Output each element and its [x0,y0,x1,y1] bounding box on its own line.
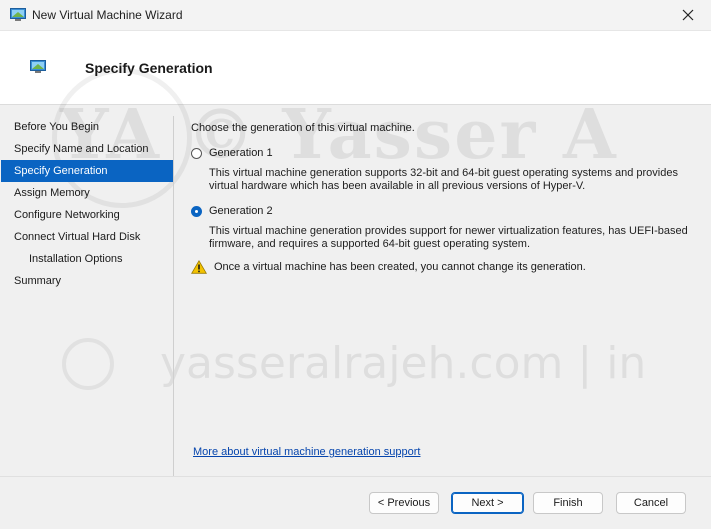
footer-divider [0,476,711,477]
nav-item-summary[interactable]: Summary [0,270,173,292]
warning-text: Once a virtual machine has been created,… [214,261,586,273]
finish-button[interactable]: Finish [533,492,603,514]
generation-warning: Once a virtual machine has been created,… [191,260,586,274]
nav-item-configure-networking[interactable]: Configure Networking [0,204,173,226]
virtual-machine-icon [10,8,26,21]
generation-1-description-line: virtual hardware which has been availabl… [209,180,586,192]
nav-item-assign-memory[interactable]: Assign Memory [0,182,173,204]
watermark-globe-icon [62,338,114,390]
generation-2-option[interactable]: Generation 2 [191,203,273,219]
page-title: Specify Generation [85,60,213,76]
more-about-generation-link[interactable]: More about virtual machine generation su… [193,446,420,458]
cancel-button[interactable]: Cancel [616,492,686,514]
nav-item-specify-generation[interactable]: Specify Generation [1,160,173,182]
generation-2-label[interactable]: Generation 2 [209,205,273,217]
next-button[interactable]: Next > [451,492,524,514]
generation-2-description-line: firmware, and requires a supported 64-bi… [209,238,530,250]
nav-item-connect-virtual-hard-disk[interactable]: Connect Virtual Hard Disk [0,226,173,248]
previous-button[interactable]: < Previous [369,492,439,514]
nav-item-specify-name-and-location[interactable]: Specify Name and Location [0,138,173,160]
title-bar: New Virtual Machine Wizard [0,0,711,31]
generation-1-description: This virtual machine generation supports… [209,167,699,193]
generation-1-option[interactable]: Generation 1 [191,145,273,161]
window-title: New Virtual Machine Wizard [32,8,183,22]
generation-1-radio[interactable] [191,147,202,159]
generation-2-description-line: This virtual machine generation provides… [209,225,688,237]
warning-icon [191,260,207,274]
wizard-steps-nav: Before You Begin Specify Name and Locati… [0,116,173,292]
generation-1-description-line: This virtual machine generation supports… [209,167,678,179]
generation-2-radio[interactable] [191,205,202,217]
nav-item-before-you-begin[interactable]: Before You Begin [0,116,173,138]
generation-prompt: Choose the generation of this virtual ma… [191,122,415,134]
nav-divider [173,116,174,476]
virtual-machine-icon [30,60,46,73]
generation-1-label[interactable]: Generation 1 [209,147,273,159]
wizard-header: Specify Generation [0,31,711,105]
watermark-url: yasseralrajeh.com | in [160,338,647,389]
generation-2-description: This virtual machine generation provides… [209,225,699,251]
close-icon[interactable] [679,6,697,24]
nav-item-installation-options[interactable]: Installation Options [0,248,173,270]
